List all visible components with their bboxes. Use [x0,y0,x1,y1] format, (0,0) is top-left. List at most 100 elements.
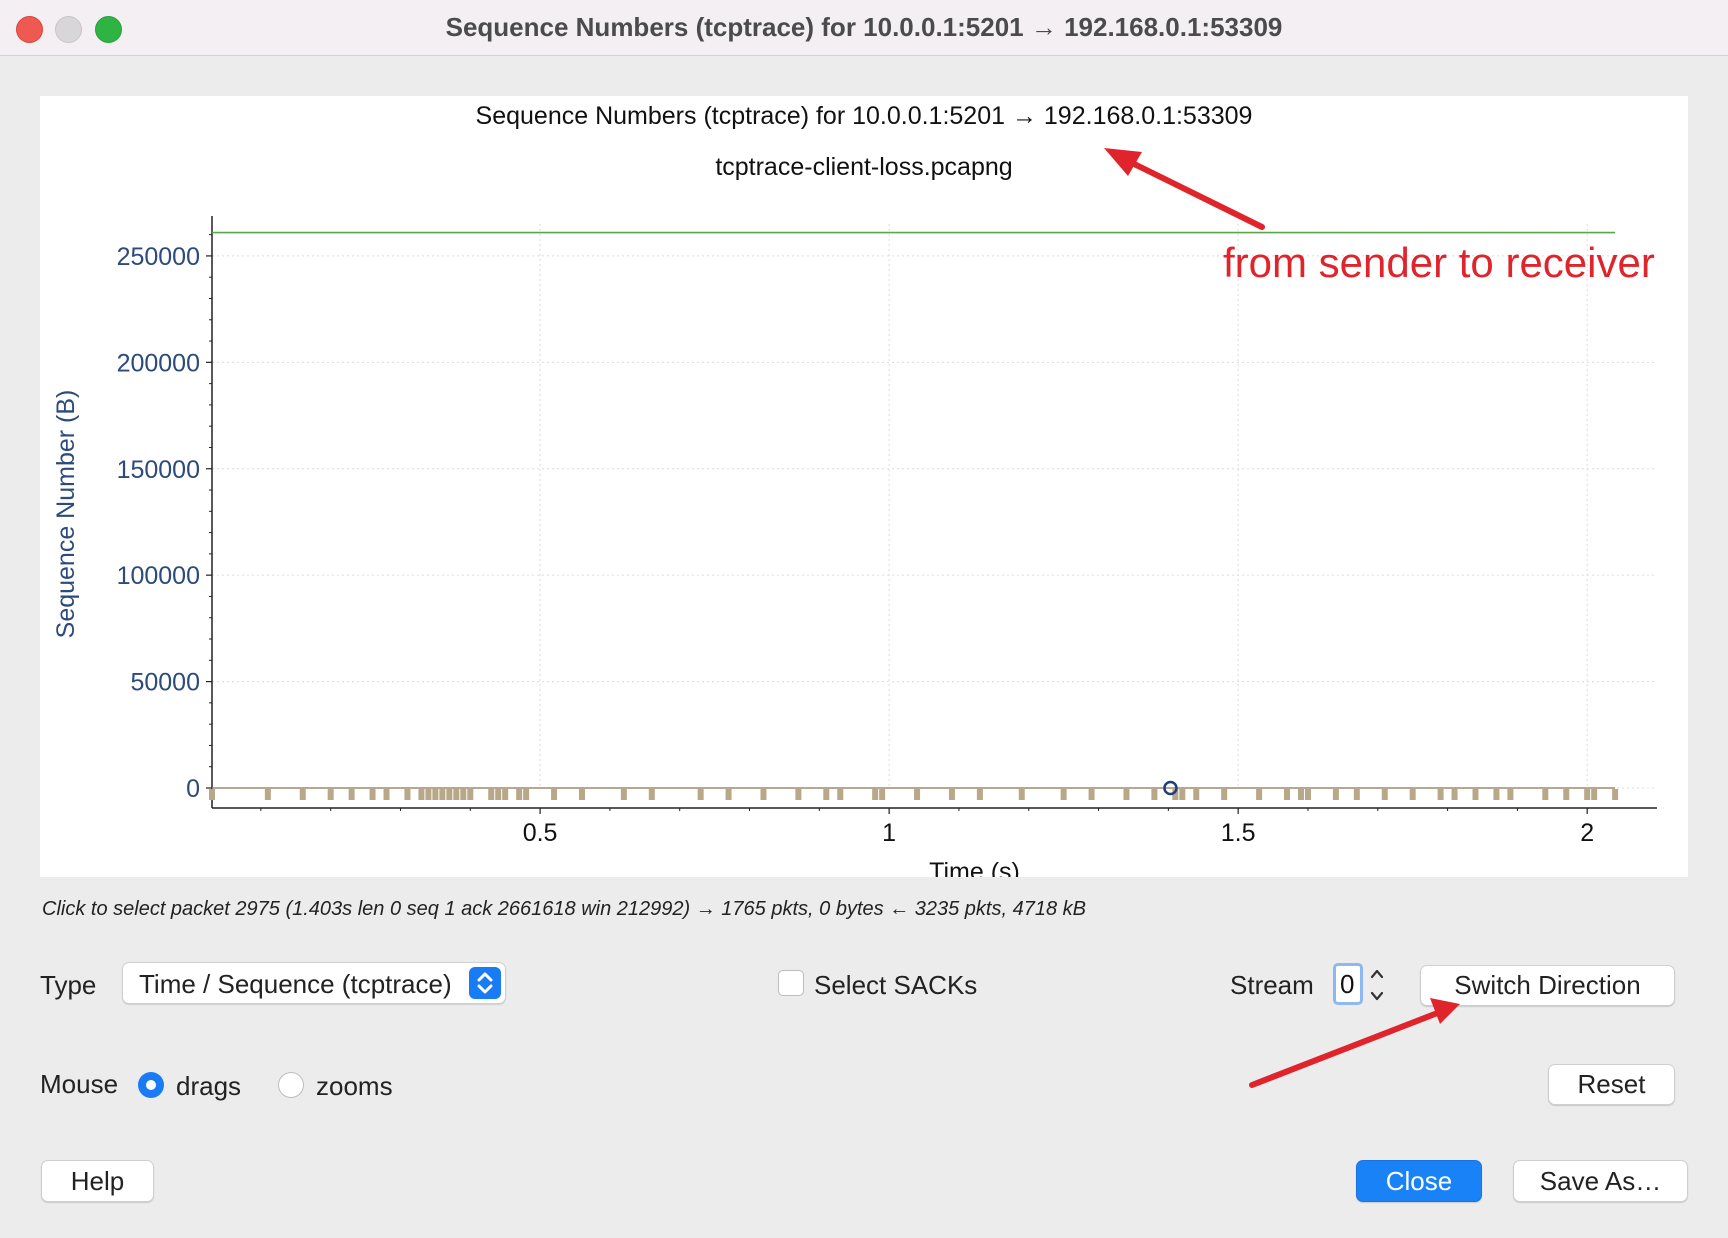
data-segment-mark [299,789,306,800]
zooms-label: zooms [316,1071,393,1101]
data-segment-mark [1437,789,1444,800]
switch-direction-button[interactable]: Switch Direction [1420,965,1675,1006]
data-segment-mark [1221,789,1228,800]
data-segment-mark [1123,789,1130,800]
chevron-down-icon [1370,991,1384,1001]
data-segment-mark [760,789,767,800]
reset-button[interactable]: Reset [1548,1064,1675,1105]
x-tick-label: 1 [882,819,896,847]
data-segment-mark [488,789,495,800]
data-segment-mark [418,789,425,800]
plot-panel[interactable]: Sequence Numbers (tcptrace) for 10.0.0.1… [40,96,1688,877]
title-bar: Sequence Numbers (tcptrace) for 10.0.0.1… [0,0,1728,56]
stream-label: Stream [1230,970,1314,1000]
data-segment-mark [1060,789,1067,800]
data-segment-mark [348,789,355,800]
sequence-chart[interactable]: 0 50000 100000 150000 200000 250000 0.5 1 1.5 2 Ti… [40,96,1688,877]
data-segment-mark [495,789,502,800]
y-tick-label: 250000 [117,243,200,271]
data-segment-mark [453,789,460,800]
y-tick-label: 50000 [130,669,200,697]
data-segment-mark [369,789,376,800]
arrow-to-switch-direction [1249,998,1460,1088]
y-axis-label: Sequence Number (B) [52,390,80,639]
data-segment-mark [327,789,334,800]
x-axis-label: Time (s) [929,858,1020,877]
data-segment-mark [872,789,879,800]
data-segment-mark [697,789,704,800]
type-select-value: Time / Sequence (tcptrace) [139,969,452,999]
data-segment-mark [1381,789,1388,800]
data-segment-mark [1179,789,1186,800]
drags-radio[interactable] [138,1072,164,1098]
data-segment-mark [914,789,921,800]
data-segment-mark [1256,789,1263,800]
data-segment-mark [404,789,411,800]
data-segment-mark [1472,789,1479,800]
data-segment-mark [264,789,271,800]
chevron-up-down-icon [469,967,501,999]
drags-label: drags [176,1071,242,1101]
data-segment-mark [383,789,390,800]
y-tick-label: 0 [186,775,200,803]
type-select[interactable]: Time / Sequence (tcptrace) [122,962,506,1004]
chevron-up-icon [1370,969,1384,979]
data-segment-mark [209,789,215,800]
data-segment-mark [446,789,453,800]
data-segment-mark [516,789,523,800]
data-segment-mark [1507,789,1514,800]
data-segment-mark [879,789,886,800]
data-segment-mark [620,789,627,800]
data-segment-mark [1612,789,1619,800]
data-segment-mark [1584,789,1591,800]
data-segment-mark [725,789,732,800]
data-segment-mark [439,789,446,800]
data-segment-mark [1018,789,1025,800]
data-segment-mark [795,789,802,800]
select-sacks-checkbox[interactable] [778,970,804,996]
save-as-button[interactable]: Save As… [1513,1160,1688,1202]
data-segment-mark [1451,789,1458,800]
status-text: Click to select packet 2975 (1.403s len … [42,898,1086,920]
data-segment-mark [425,789,432,800]
data-segment-mark [823,789,830,800]
close-button[interactable]: Close [1356,1160,1482,1202]
data-segment-mark [976,789,983,800]
help-button[interactable]: Help [41,1160,154,1202]
data-segment-mark [1563,789,1570,800]
data-segment-mark [1304,789,1311,800]
data-segment-mark [1151,789,1158,800]
data-segment-mark [1088,789,1095,800]
type-label: Type [40,970,97,1000]
stream-input[interactable]: 0 [1333,963,1363,1005]
x-tick-label: 0.5 [523,819,558,847]
window-title: Sequence Numbers (tcptrace) for 10.0.0.1… [445,12,1283,42]
data-segment-mark [460,789,467,800]
data-segment-mark [1493,789,1500,800]
data-segment-mark [1297,789,1304,800]
stream-value: 0 [1340,969,1355,999]
data-segment-mark [648,789,655,800]
data-segment-mark [467,789,474,800]
data-segment-mark [948,789,955,800]
data-segment-mark [1353,789,1360,800]
data-segment-mark [837,789,844,800]
data-segment-mark [523,789,530,800]
y-tick-label: 100000 [117,562,200,590]
data-segment-mark [578,789,585,800]
y-tick-label: 200000 [117,349,200,377]
data-segment-mark [1284,789,1291,800]
y-tick-label: 150000 [117,456,200,484]
annotation-text: from sender to receiver [1223,239,1655,286]
select-sacks-label: Select SACKs [814,970,978,1000]
data-segment-mark [1193,789,1200,800]
x-tick-label: 1.5 [1221,819,1256,847]
data-segment-mark [502,789,509,800]
data-segment-mark [551,789,558,800]
zooms-radio[interactable] [278,1072,304,1098]
data-segment-mark [1591,789,1598,800]
stream-stepper[interactable] [1367,964,1387,1006]
x-tick-label: 2 [1580,819,1594,847]
data-segment-mark [1542,789,1549,800]
data-segment-mark [1332,789,1339,800]
